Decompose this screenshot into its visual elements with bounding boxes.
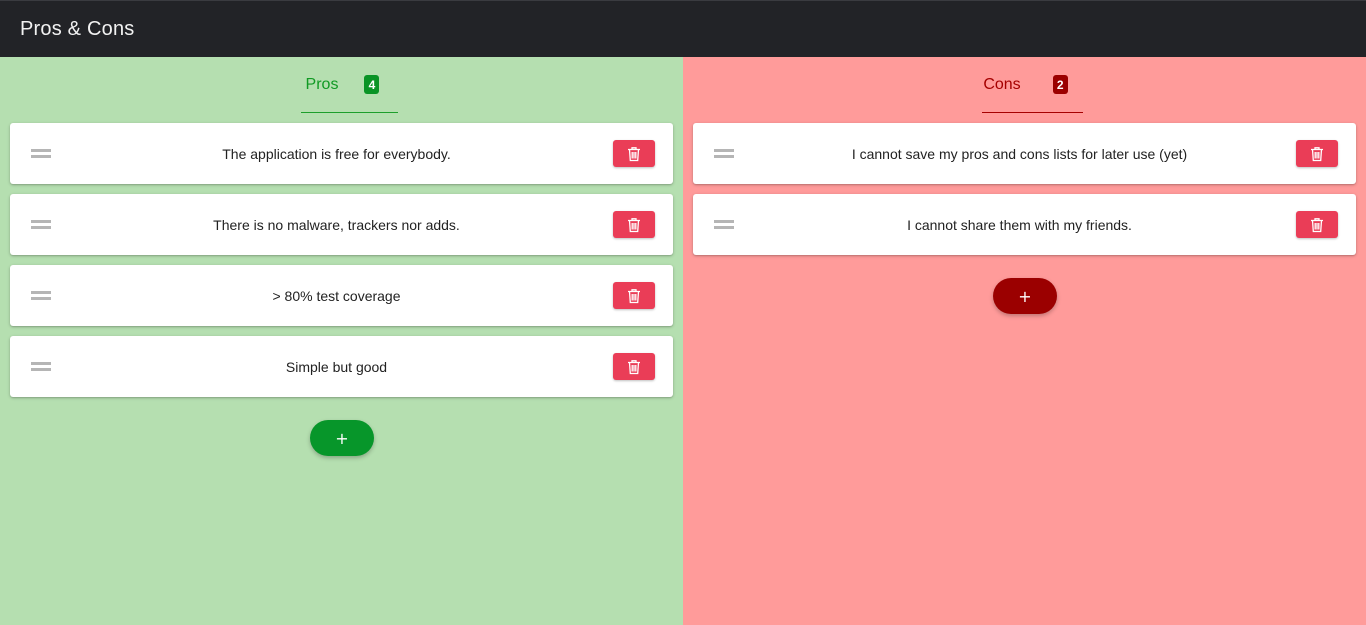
- cons-list: I cannot save my pros and cons lists for…: [693, 123, 1356, 265]
- cons-column: Cons 2 I cannot save my pros and cons li…: [683, 57, 1366, 625]
- tab-cons[interactable]: Cons 2: [982, 57, 1083, 113]
- cons-list-item: I cannot share them with my friends.: [693, 194, 1356, 255]
- item-text: Simple but good: [285, 358, 388, 375]
- delete-item-button[interactable]: [613, 353, 655, 380]
- delete-item-button[interactable]: [1296, 140, 1338, 167]
- pros-column: Pros 4 The application is free for every…: [0, 57, 683, 625]
- trash-icon: [1311, 146, 1323, 161]
- drag-handle-icon[interactable]: [714, 149, 734, 158]
- drag-handle-icon[interactable]: [31, 362, 51, 371]
- drag-handle-icon[interactable]: [714, 220, 734, 229]
- drag-handle-icon[interactable]: [31, 220, 51, 229]
- item-text: The application is free for everybody.: [222, 145, 451, 162]
- cons-list-item: I cannot save my pros and cons lists for…: [693, 123, 1356, 184]
- trash-icon: [628, 217, 640, 232]
- delete-item-button[interactable]: [613, 140, 655, 167]
- trash-icon: [1311, 217, 1323, 232]
- delete-item-button[interactable]: [1296, 211, 1338, 238]
- item-text: I cannot save my pros and cons lists for…: [851, 145, 1188, 162]
- pros-list-item: The application is free for everybody.: [10, 123, 673, 184]
- pros-list-item: There is no malware, trackers nor adds.: [10, 194, 673, 255]
- item-text: > 80% test coverage: [272, 287, 401, 304]
- item-text: There is no malware, trackers nor adds.: [213, 216, 460, 233]
- cons-tab-label: Cons: [983, 75, 1021, 93]
- pros-count-badge: 4: [364, 75, 380, 94]
- cons-count-badge: 2: [1052, 75, 1068, 94]
- trash-icon: [628, 146, 640, 161]
- pros-list-item: Simple but good: [10, 336, 673, 397]
- trash-icon: [628, 288, 640, 303]
- delete-item-button[interactable]: [613, 282, 655, 309]
- pros-tab-label: Pros: [305, 75, 339, 93]
- pros-list-item: > 80% test coverage: [10, 265, 673, 326]
- add-con-button[interactable]: +: [993, 278, 1057, 314]
- tab-pros[interactable]: Pros 4: [301, 57, 398, 113]
- delete-item-button[interactable]: [613, 211, 655, 238]
- trash-icon: [628, 359, 640, 374]
- app-title: Pros & Cons: [20, 17, 135, 40]
- item-text: I cannot share them with my friends.: [907, 216, 1132, 233]
- pros-list: The application is free for everybody. T…: [10, 123, 673, 407]
- drag-handle-icon[interactable]: [31, 149, 51, 158]
- app-bar: Pros & Cons: [0, 0, 1366, 57]
- drag-handle-icon[interactable]: [31, 291, 51, 300]
- add-pro-button[interactable]: +: [310, 420, 374, 456]
